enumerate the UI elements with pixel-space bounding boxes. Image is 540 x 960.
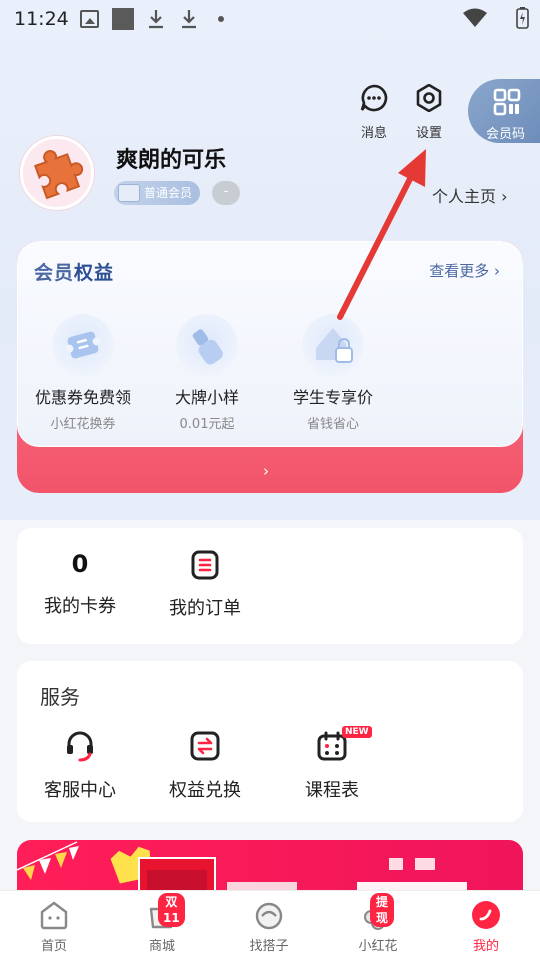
nav-label: 找搭子 <box>249 939 289 954</box>
benefit-label: 优惠券免费领 <box>34 388 131 407</box>
service-label: 客服中心 <box>44 780 116 801</box>
qr-code-icon <box>493 88 521 116</box>
benefits-title: 会员权益 <box>34 258 114 285</box>
settings-button[interactable]: 设置 <box>404 83 454 141</box>
partner-icon <box>255 902 283 930</box>
services-title: 服务 <box>40 685 80 709</box>
messages-label: 消息 <box>360 126 387 141</box>
more-notifications-dot-icon <box>218 16 224 22</box>
shop-badge: 双11 <box>158 893 185 927</box>
nav-item-shop[interactable]: 双11 商城 <box>122 893 202 954</box>
nav-label: 首页 <box>40 939 67 954</box>
gear-icon <box>416 83 442 113</box>
home-icon <box>40 901 68 930</box>
flower-badge: 提现 <box>370 893 394 927</box>
nav-label: 商城 <box>148 939 175 954</box>
benefits-go-arrow[interactable]: › <box>263 462 269 480</box>
new-tag: NEW <box>342 726 372 738</box>
sample-bottle-icon <box>176 314 238 376</box>
benefit-sub: 省钱省心 <box>306 417 359 432</box>
nav-item-partner[interactable]: 找搭子 <box>229 899 309 954</box>
benefit-sub: 小红花换券 <box>50 417 116 432</box>
service-customer-center[interactable]: 客服中心 <box>25 730 135 802</box>
my-orders-label: 我的订单 <box>169 598 241 619</box>
service-course-schedule[interactable]: NEW 课程表 <box>277 726 387 802</box>
status-bar: 11:24 <box>0 0 540 40</box>
my-orders-button[interactable]: 我的订单 <box>155 550 255 620</box>
nav-item-home[interactable]: 首页 <box>14 899 94 954</box>
member-code-label: 会员码 <box>486 127 526 142</box>
puzzle-avatar-icon <box>34 150 84 200</box>
app-notification-icon <box>112 8 134 30</box>
settings-label: 设置 <box>415 126 442 141</box>
battery-icon <box>516 7 529 29</box>
member-level-label: 普通会员 <box>144 186 193 200</box>
benefit-item-samples[interactable]: 大牌小样 0.01元起 <box>142 314 272 432</box>
profile-icon <box>472 901 500 929</box>
coupon-count: 0 <box>71 550 89 578</box>
benefits-title-prefix: 会员 <box>34 262 75 284</box>
wifi-icon <box>463 8 487 27</box>
my-assets-panel: 0 我的卡券 我的订单 <box>17 528 523 644</box>
avatar[interactable] <box>20 136 94 210</box>
annotation-arrow-icon <box>337 149 426 320</box>
benefit-label: 大牌小样 <box>174 388 239 407</box>
service-benefit-exchange[interactable]: 权益兑换 <box>150 730 260 802</box>
benefits-panel: 会员权益 查看更多 › 优惠券免费领 小红花换券 大牌小样 0.01元起 学生专… <box>17 241 523 447</box>
services-panel: 服务 客服中心 权益兑换 NEW 课程表 <box>17 661 523 822</box>
member-level-badge[interactable]: 普通会员 <box>114 181 201 205</box>
member-benefits-card: 会员权益 查看更多 › 优惠券免费领 小红花换券 大牌小样 0.01元起 学生专… <box>17 241 523 493</box>
coupon-icon <box>52 314 114 376</box>
order-icon <box>191 550 219 580</box>
exchange-icon <box>190 731 220 761</box>
benefit-sub: 0.01元起 <box>179 417 235 432</box>
messages-button[interactable]: 消息 <box>349 84 399 141</box>
benefit-item-student[interactable]: 学生专享价 省钱省心 <box>268 314 398 432</box>
bottom-navigation: 首页 双11 商城 找搭子 提现 小红花 我的 <box>0 890 540 960</box>
status-badge: - <box>212 181 240 205</box>
member-card-icon <box>118 184 140 202</box>
username: 爽朗的可乐 <box>116 148 227 173</box>
nav-label: 小红花 <box>358 939 398 954</box>
nav-item-flower[interactable]: 提现 小红花 <box>338 893 418 954</box>
download-icon <box>182 10 196 29</box>
headset-icon <box>67 731 93 762</box>
benefit-item-coupon[interactable]: 优惠券免费领 小红花换券 <box>18 314 148 432</box>
nav-label: 我的 <box>472 939 499 954</box>
nav-item-profile[interactable]: 我的 <box>446 899 526 954</box>
homepage-link[interactable]: 个人主页 › <box>432 183 508 207</box>
image-notification-icon <box>80 10 99 28</box>
my-coupons-button[interactable]: 0 我的卡券 <box>30 550 130 618</box>
status-time: 11:24 <box>14 8 69 30</box>
service-label: 课程表 <box>305 780 359 801</box>
service-label: 权益兑换 <box>169 780 241 801</box>
member-code-button[interactable]: 会员码 <box>468 79 540 143</box>
my-coupons-label: 我的卡券 <box>44 596 116 617</box>
benefits-title-suffix: 权益 <box>74 262 115 284</box>
download-icon <box>149 10 163 29</box>
benefit-label: 学生专享价 <box>292 388 373 407</box>
message-icon <box>360 84 388 112</box>
